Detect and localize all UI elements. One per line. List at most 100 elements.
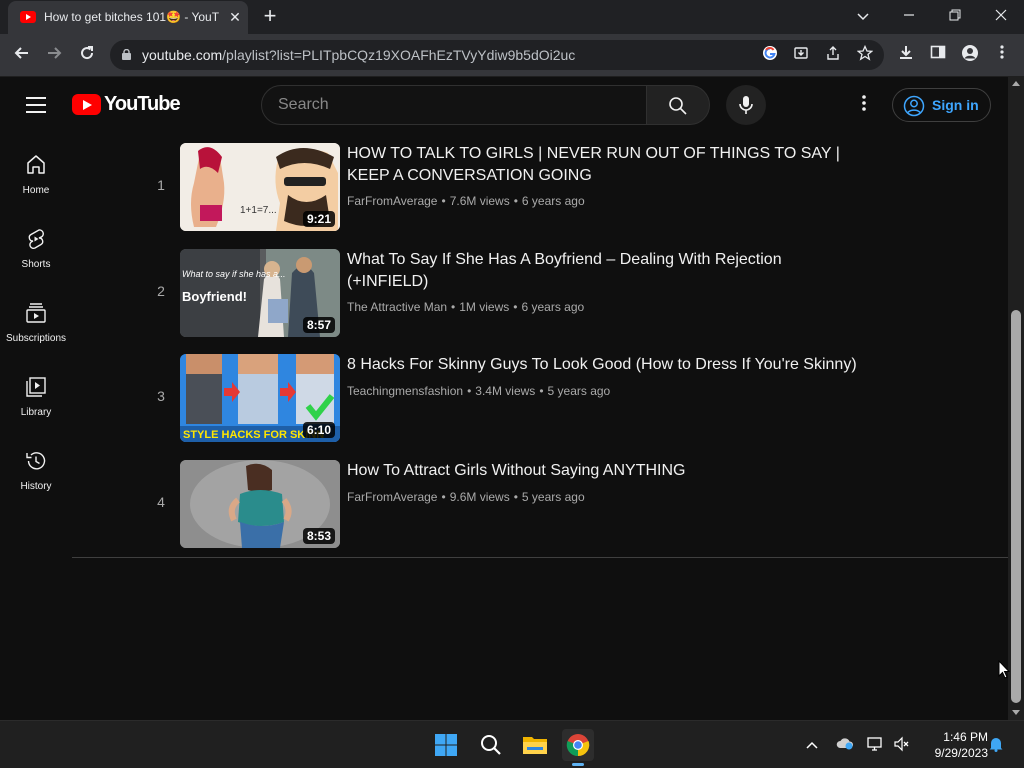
shorts-icon xyxy=(28,229,44,250)
google-lens-button[interactable] xyxy=(760,45,780,65)
channel-name[interactable]: The Attractive Man xyxy=(347,300,447,314)
history-icon xyxy=(26,452,46,470)
close-icon xyxy=(995,9,1007,21)
sidebar-item-library[interactable]: Library xyxy=(0,355,72,429)
channel-name[interactable]: FarFromAverage xyxy=(347,490,437,504)
sidebar-item-subscriptions[interactable]: Subscriptions xyxy=(0,281,72,355)
minimize-button[interactable] xyxy=(895,4,923,28)
forward-button[interactable] xyxy=(42,43,66,67)
video-title[interactable]: What To Say If She Has A Boyfriend – Dea… xyxy=(347,249,867,293)
playlist-video-row[interactable]: 2 What to say if she has a... Boyfriend!… xyxy=(150,249,870,337)
search-button[interactable] xyxy=(646,85,710,125)
video-index: 4 xyxy=(157,494,165,510)
search-box[interactable] xyxy=(261,85,647,125)
sidebar-item-label: History xyxy=(20,481,52,492)
video-index: 1 xyxy=(157,177,165,193)
side-panel-icon xyxy=(930,45,946,59)
install-app-button[interactable] xyxy=(791,45,811,65)
video-thumbnail[interactable]: 8:53 xyxy=(180,460,340,548)
video-title[interactable]: 8 Hacks For Skinny Guys To Look Good (Ho… xyxy=(347,354,867,376)
url-path: /playlist?list=PLITpbCQz19XOAFhEzTVyYdiw… xyxy=(222,47,576,63)
back-icon xyxy=(14,47,28,59)
playlist-video-row[interactable]: 4 8:53 How To Attract Girls Without Sayi… xyxy=(150,460,870,548)
search-input[interactable] xyxy=(278,95,628,115)
profile-button[interactable] xyxy=(959,44,981,66)
reload-icon xyxy=(81,46,94,60)
voice-search-button[interactable] xyxy=(726,85,766,125)
side-panel-button[interactable] xyxy=(927,44,949,66)
upload-age: 5 years ago xyxy=(547,384,611,398)
bookmark-star-icon xyxy=(856,44,874,61)
file-explorer-button[interactable] xyxy=(519,729,551,761)
scrollbar-thumb[interactable] xyxy=(1011,310,1021,703)
reload-button[interactable] xyxy=(75,43,99,67)
video-meta: FarFromAverage • 7.6M views • 6 years ago xyxy=(347,194,585,208)
guide-menu-button[interactable] xyxy=(26,97,46,113)
meta-separator: • xyxy=(539,384,544,398)
show-hidden-icons-button[interactable] xyxy=(803,736,821,754)
channel-name[interactable]: FarFromAverage xyxy=(347,194,437,208)
tab-search-button[interactable] xyxy=(849,4,877,28)
taskbar-search-button[interactable] xyxy=(475,729,507,761)
settings-menu-button[interactable] xyxy=(852,93,876,117)
sign-in-button[interactable]: Sign in xyxy=(892,88,991,122)
page-scrollbar[interactable] xyxy=(1008,77,1024,720)
video-title[interactable]: How To Attract Girls Without Saying ANYT… xyxy=(347,460,867,482)
network-icon xyxy=(867,737,882,751)
browser-tab[interactable]: How to get bitches 101🤩 - YouT ✕ xyxy=(8,1,248,34)
start-button[interactable] xyxy=(430,729,462,761)
address-bar[interactable]: youtube.com/playlist?list=PLITpbCQz19XOA… xyxy=(110,40,884,70)
notifications-button[interactable] xyxy=(987,736,1005,754)
taskbar-clock[interactable]: 1:46 PM 9/29/2023 xyxy=(918,729,988,761)
clock-date: 9/29/2023 xyxy=(934,746,988,760)
sidebar-item-shorts[interactable]: Shorts xyxy=(0,207,72,281)
meta-separator: • xyxy=(441,490,446,504)
search-icon xyxy=(481,735,501,755)
sidebar-item-home[interactable]: Home xyxy=(0,133,72,207)
onedrive-tray-button[interactable] xyxy=(836,736,854,754)
video-duration: 9:21 xyxy=(302,211,335,227)
network-tray-button[interactable] xyxy=(867,736,885,754)
restore-button[interactable] xyxy=(941,4,969,28)
scroll-down-arrow-icon[interactable] xyxy=(1012,710,1020,715)
hamburger-line xyxy=(26,104,46,106)
close-window-button[interactable] xyxy=(987,4,1015,28)
chrome-taskbar-button[interactable] xyxy=(562,729,594,766)
video-thumbnail[interactable]: 1+1=7... 9:21 xyxy=(180,143,340,231)
channel-name[interactable]: Teachingmensfashion xyxy=(347,384,463,398)
playlist-divider xyxy=(72,557,1008,558)
account-icon xyxy=(903,95,925,117)
video-duration: 8:57 xyxy=(302,317,335,333)
video-thumbnail[interactable]: STYLE HACKS FOR SKINN 6:10 xyxy=(180,354,340,442)
video-index: 3 xyxy=(157,388,165,404)
playlist-video-row[interactable]: 3 STYLE HACKS FOR SKINN 6:10 8 Hacks For… xyxy=(150,354,870,442)
video-duration: 8:53 xyxy=(302,528,335,544)
search-icon xyxy=(669,97,687,115)
clock-time: 1:46 PM xyxy=(943,730,988,744)
bookmark-button[interactable] xyxy=(855,44,875,65)
minimize-icon xyxy=(904,14,914,16)
windows-taskbar: 1:46 PM 9/29/2023 xyxy=(0,720,1024,768)
video-title[interactable]: HOW TO TALK TO GIRLS | NEVER RUN OUT OF … xyxy=(347,143,867,187)
hamburger-line xyxy=(26,111,46,113)
browser-tab-strip: How to get bitches 101🤩 - YouT ✕ + xyxy=(0,0,1024,34)
youtube-play-icon xyxy=(72,94,101,115)
bell-icon xyxy=(989,738,1003,752)
new-tab-button[interactable]: + xyxy=(258,5,282,29)
back-button[interactable] xyxy=(10,43,34,67)
thumbnail-text-big: Boyfriend! xyxy=(182,289,247,304)
chrome-menu-button[interactable] xyxy=(991,44,1013,66)
chevron-down-icon xyxy=(857,13,869,21)
playlist-video-row[interactable]: 1 1+1=7... 9:21 HOW TO TALK TO GIRLS | N… xyxy=(150,143,870,231)
tab-close-button[interactable]: ✕ xyxy=(226,8,244,26)
video-thumbnail[interactable]: What to say if she has a... Boyfriend! 8… xyxy=(180,249,340,337)
url-host: youtube.com xyxy=(142,47,223,63)
share-button[interactable] xyxy=(823,45,843,65)
windows-start-icon xyxy=(435,734,457,756)
scroll-up-arrow-icon[interactable] xyxy=(1012,81,1020,86)
downloads-button[interactable] xyxy=(895,44,917,66)
google-lens-icon xyxy=(763,46,777,60)
volume-tray-button[interactable] xyxy=(893,736,911,754)
sidebar-item-history[interactable]: History xyxy=(0,429,72,503)
home-icon xyxy=(27,155,45,174)
